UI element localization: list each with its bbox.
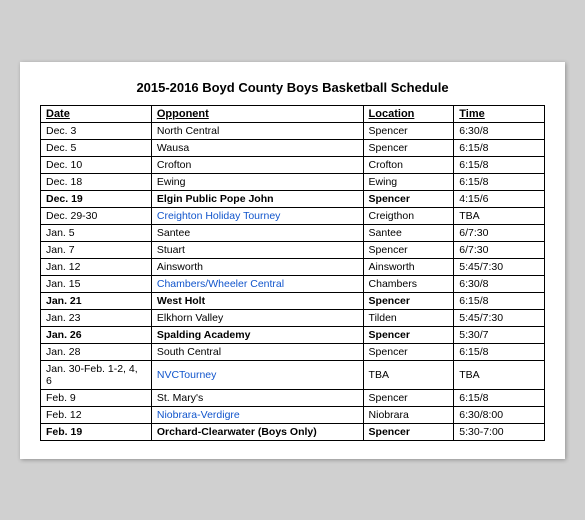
cell-opponent: Ainsworth bbox=[151, 258, 363, 275]
table-row: Dec. 18EwingEwing6:15/8 bbox=[41, 173, 545, 190]
cell-opponent: Orchard-Clearwater (Boys Only) bbox=[151, 423, 363, 440]
cell-time: 5:45/7:30 bbox=[454, 309, 545, 326]
table-row: Jan. 12AinsworthAinsworth5:45/7:30 bbox=[41, 258, 545, 275]
cell-location: Spencer bbox=[363, 326, 454, 343]
cell-time: 6:30/8:00 bbox=[454, 406, 545, 423]
table-row: Jan. 21West HoltSpencer6:15/8 bbox=[41, 292, 545, 309]
cell-time: TBA bbox=[454, 360, 545, 389]
table-row: Dec. 10CroftonCrofton6:15/8 bbox=[41, 156, 545, 173]
cell-location: Creigthon bbox=[363, 207, 454, 224]
cell-time: TBA bbox=[454, 207, 545, 224]
cell-location: Santee bbox=[363, 224, 454, 241]
header-location: Location bbox=[363, 105, 454, 122]
cell-location: Spencer bbox=[363, 423, 454, 440]
cell-time: 4:15/6 bbox=[454, 190, 545, 207]
table-row: Dec. 3North CentralSpencer6:30/8 bbox=[41, 122, 545, 139]
page-container: 2015-2016 Boyd County Boys Basketball Sc… bbox=[20, 62, 565, 459]
page-title: 2015-2016 Boyd County Boys Basketball Sc… bbox=[40, 80, 545, 95]
table-row: Feb. 12Niobrara-VerdigreNiobrara6:30/8:0… bbox=[41, 406, 545, 423]
schedule-table: Date Opponent Location Time Dec. 3North … bbox=[40, 105, 545, 441]
cell-opponent: Wausa bbox=[151, 139, 363, 156]
schedule-body: Dec. 3North CentralSpencer6:30/8Dec. 5Wa… bbox=[41, 122, 545, 440]
cell-opponent: West Holt bbox=[151, 292, 363, 309]
table-header-row: Date Opponent Location Time bbox=[41, 105, 545, 122]
cell-date: Jan. 28 bbox=[41, 343, 152, 360]
table-row: Jan. 23Elkhorn ValleyTilden5:45/7:30 bbox=[41, 309, 545, 326]
cell-location: Spencer bbox=[363, 190, 454, 207]
cell-time: 6:30/8 bbox=[454, 275, 545, 292]
table-row: Jan. 26Spalding AcademySpencer5:30/7 bbox=[41, 326, 545, 343]
cell-location: Spencer bbox=[363, 139, 454, 156]
cell-date: Dec. 29-30 bbox=[41, 207, 152, 224]
table-row: Dec. 5WausaSpencer6:15/8 bbox=[41, 139, 545, 156]
table-row: Dec. 29-30Creighton Holiday TourneyCreig… bbox=[41, 207, 545, 224]
cell-location: Ainsworth bbox=[363, 258, 454, 275]
cell-opponent: South Central bbox=[151, 343, 363, 360]
cell-opponent: Elgin Public Pope John bbox=[151, 190, 363, 207]
cell-date: Jan. 12 bbox=[41, 258, 152, 275]
cell-date: Jan. 21 bbox=[41, 292, 152, 309]
cell-time: 6:15/8 bbox=[454, 389, 545, 406]
cell-date: Dec. 5 bbox=[41, 139, 152, 156]
cell-location: Ewing bbox=[363, 173, 454, 190]
cell-opponent: Crofton bbox=[151, 156, 363, 173]
table-row: Jan. 5SanteeSantee6/7:30 bbox=[41, 224, 545, 241]
cell-date: Jan. 7 bbox=[41, 241, 152, 258]
cell-location: TBA bbox=[363, 360, 454, 389]
cell-location: Spencer bbox=[363, 389, 454, 406]
table-row: Jan. 7StuartSpencer6/7:30 bbox=[41, 241, 545, 258]
table-row: Jan. 28South CentralSpencer6:15/8 bbox=[41, 343, 545, 360]
cell-date: Feb. 9 bbox=[41, 389, 152, 406]
cell-time: 6/7:30 bbox=[454, 241, 545, 258]
cell-opponent: Elkhorn Valley bbox=[151, 309, 363, 326]
header-time: Time bbox=[454, 105, 545, 122]
cell-opponent: NVCTourney bbox=[151, 360, 363, 389]
cell-opponent: St. Mary's bbox=[151, 389, 363, 406]
cell-time: 6/7:30 bbox=[454, 224, 545, 241]
table-row: Jan. 30-Feb. 1-2, 4, 6NVCTourneyTBATBA bbox=[41, 360, 545, 389]
cell-opponent: Niobrara-Verdigre bbox=[151, 406, 363, 423]
cell-date: Feb. 19 bbox=[41, 423, 152, 440]
cell-opponent: Chambers/Wheeler Central bbox=[151, 275, 363, 292]
cell-opponent: Spalding Academy bbox=[151, 326, 363, 343]
cell-location: Spencer bbox=[363, 292, 454, 309]
table-row: Dec. 19Elgin Public Pope JohnSpencer4:15… bbox=[41, 190, 545, 207]
table-row: Feb. 19Orchard-Clearwater (Boys Only)Spe… bbox=[41, 423, 545, 440]
cell-date: Jan. 26 bbox=[41, 326, 152, 343]
cell-location: Spencer bbox=[363, 122, 454, 139]
table-row: Feb. 9St. Mary'sSpencer6:15/8 bbox=[41, 389, 545, 406]
header-date: Date bbox=[41, 105, 152, 122]
cell-date: Jan. 5 bbox=[41, 224, 152, 241]
cell-time: 6:30/8 bbox=[454, 122, 545, 139]
header-opponent: Opponent bbox=[151, 105, 363, 122]
cell-time: 5:45/7:30 bbox=[454, 258, 545, 275]
cell-location: Spencer bbox=[363, 343, 454, 360]
cell-location: Spencer bbox=[363, 241, 454, 258]
cell-time: 6:15/8 bbox=[454, 139, 545, 156]
cell-date: Jan. 23 bbox=[41, 309, 152, 326]
table-row: Jan. 15Chambers/Wheeler CentralChambers6… bbox=[41, 275, 545, 292]
cell-location: Chambers bbox=[363, 275, 454, 292]
cell-location: Tilden bbox=[363, 309, 454, 326]
cell-date: Dec. 18 bbox=[41, 173, 152, 190]
cell-time: 6:15/8 bbox=[454, 343, 545, 360]
cell-time: 6:15/8 bbox=[454, 156, 545, 173]
cell-time: 5:30-7:00 bbox=[454, 423, 545, 440]
cell-date: Dec. 3 bbox=[41, 122, 152, 139]
cell-opponent: Creighton Holiday Tourney bbox=[151, 207, 363, 224]
cell-date: Dec. 10 bbox=[41, 156, 152, 173]
cell-date: Jan. 30-Feb. 1-2, 4, 6 bbox=[41, 360, 152, 389]
cell-date: Feb. 12 bbox=[41, 406, 152, 423]
cell-opponent: North Central bbox=[151, 122, 363, 139]
cell-opponent: Stuart bbox=[151, 241, 363, 258]
cell-time: 6:15/8 bbox=[454, 173, 545, 190]
cell-opponent: Ewing bbox=[151, 173, 363, 190]
cell-date: Dec. 19 bbox=[41, 190, 152, 207]
cell-date: Jan. 15 bbox=[41, 275, 152, 292]
cell-location: Niobrara bbox=[363, 406, 454, 423]
cell-location: Crofton bbox=[363, 156, 454, 173]
cell-opponent: Santee bbox=[151, 224, 363, 241]
cell-time: 6:15/8 bbox=[454, 292, 545, 309]
cell-time: 5:30/7 bbox=[454, 326, 545, 343]
